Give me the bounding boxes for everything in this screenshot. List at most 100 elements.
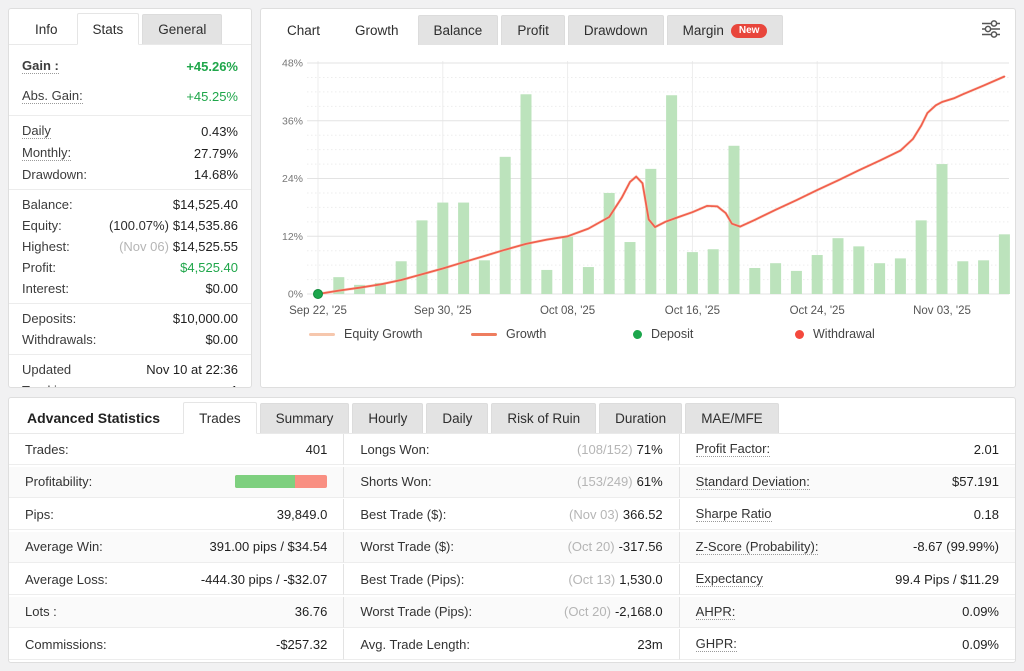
stats-list: Gain : +45.26% Abs. Gain: +45.25% Daily 0.43%… [9,45,251,387]
stat-value: 14.68% [193,167,238,182]
growth-swatch-line-icon [471,332,497,336]
stat-value: (Oct 20) -2,168.0 [563,604,663,620]
profitability-bar [235,475,328,489]
tab-summary[interactable]: Summary [259,403,350,433]
legend-label: Growth [506,327,547,341]
stat-cell-commissions: Commissions: -$257.32 [9,629,345,661]
legend-item-growth[interactable]: Growth [471,327,633,341]
legend-item-deposit[interactable]: Deposit [633,327,795,341]
stat-value-prefix: (Nov 03) [569,506,619,522]
stat-label[interactable]: Expectancy [695,571,763,588]
stat-cell-lots: Lots : 36.76 [9,596,345,628]
stat-value: -444.30 pips / -$32.07 [200,571,328,587]
stat-cell-ghpr: GHPR: 0.09% [679,629,1015,661]
stat-row-monthly: Monthly: 27.79% [22,142,238,164]
advanced-statistics-title: Advanced Statistics [27,410,161,426]
stat-value: 0.18 [973,506,999,522]
stat-cell-worst-trade-pips: Worst Trade (Pips): (Oct 20) -2,168.0 [344,596,680,628]
stat-label[interactable]: GHPR: [695,636,737,653]
stat-value: 2.01 [973,441,999,457]
stat-label[interactable]: Profit Factor: [695,441,771,457]
stat-label[interactable]: Gain : [22,58,59,74]
stat-label: Profitability: [25,474,93,490]
stat-row-withdrawals: Withdrawals: $0.00 [22,329,238,350]
tab-growth[interactable]: Growth [339,14,415,46]
stat-cell-expectancy: Expectancy 99.4 Pips / $11.29 [679,564,1015,596]
chart-settings-icon[interactable] [977,16,1005,42]
stat-cell-shorts-won: Shorts Won: (153/249) 61% [344,466,680,498]
stat-value: 0.09% [962,604,999,620]
stat-value-prefix: (Oct 20) [567,539,615,555]
stat-value: 27.79% [193,145,238,161]
tab-trades[interactable]: Trades [183,402,257,434]
stat-row-equity: Equity: (100.07%) $14,535.86 [22,215,238,236]
stat-cell-sharpe-ratio: Sharpe Ratio 0.18 [679,499,1015,531]
stat-cell-z-score-probability: Z-Score (Probability): -8.67 (99.99%) [679,531,1015,563]
stat-value-prefix: (100.07%) [108,218,169,233]
stat-label[interactable]: Monthly: [22,145,72,161]
tab-balance[interactable]: Balance [417,15,499,45]
stat-row-daily: Daily 0.43% [22,120,238,142]
summary-tabstrip: Info Stats General [9,9,251,45]
tab-profit[interactable]: Profit [501,15,565,45]
tab-risk-of-ruin[interactable]: Risk of Ruin [491,403,597,433]
stat-label: Deposits: [22,311,77,326]
stat-label[interactable]: AHPR: [695,604,736,620]
tab-info[interactable]: Info [19,14,74,44]
legend-item-equity-growth[interactable]: Equity Growth [309,327,471,341]
stat-value: 99.4 Pips / $11.29 [895,571,999,587]
stat-label[interactable]: Sharpe Ratio [695,506,772,523]
stat-label: Worst Trade (Pips): [360,604,473,620]
stat-row-abs-gain: Abs. Gain: +45.25% [22,81,238,111]
stat-value: (153/249) 61% [576,474,663,490]
tab-hourly[interactable]: Hourly [352,403,424,433]
tab-label: Info [35,22,58,37]
stat-label: Avg. Trade Length: [360,636,470,652]
stat-label: Lots : [25,604,57,620]
svg-text:Nov 03, '25: Nov 03, '25 [913,305,971,317]
tab-label: General [158,22,207,37]
stat-value-prefix: (153/249) [576,474,633,490]
stat-value: Nov 10 at 22:36 [146,362,238,377]
advanced-statistics-panel: Advanced Statistics Trades Summary Hourly D… [8,397,1016,663]
tab-label: Hourly [368,411,408,426]
stat-value: 401 [305,441,328,457]
tab-drawdown[interactable]: Drawdown [567,15,664,45]
tab-mae-mfe[interactable]: MAE/MFE [685,403,779,433]
stat-row-updated: Updated Nov 10 at 22:36 [22,359,238,380]
stat-value: (Oct 20) -317.56 [567,539,663,555]
stat-label[interactable]: Z-Score (Probability): [695,539,819,555]
stat-label: Equity: [22,218,62,233]
tab-general[interactable]: General [142,14,223,44]
stat-value: 23m [637,636,663,652]
svg-text:12%: 12% [282,231,303,243]
stat-value: +45.25% [186,88,238,104]
stat-value: $0.00 [205,281,238,296]
page: Info Stats General Gain : +45.26% Abs. Gain:… [0,0,1024,671]
stat-value: -8.67 (99.99%) [913,539,999,555]
svg-text:0%: 0% [288,289,303,301]
tab-stats[interactable]: Stats [76,13,140,45]
stat-cell-best-trade: Best Trade ($): (Nov 03) 366.52 [344,499,680,531]
stat-value: +45.26% [186,58,238,74]
stat-label[interactable]: Standard Deviation: [695,474,810,490]
tab-margin[interactable]: Margin New [666,15,784,45]
tab-daily[interactable]: Daily [426,403,489,433]
stat-label[interactable]: Daily [22,123,51,139]
stat-label: Average Loss: [25,571,108,587]
stat-label: Average Win: [25,539,103,555]
stat-value: 36.76 [294,604,328,620]
stat-cell-standard-deviation: Standard Deviation: $57.191 [679,466,1015,498]
tab-label: Profit [517,23,549,38]
stat-row-profit: Profit: $4,525.40 [22,257,238,278]
stats-section: Gain : +45.26% Abs. Gain: +45.25% [9,47,251,115]
legend-item-withdrawal[interactable]: Withdrawal [795,327,957,341]
tab-duration[interactable]: Duration [599,403,683,433]
stat-cell-average-loss: Average Loss: -444.30 pips / -$32.07 [9,564,345,596]
stat-value: $0.00 [205,332,238,347]
stat-value-prefix: (Oct 20) [563,604,611,620]
tab-chart[interactable]: Chart [271,15,337,45]
stat-value-prefix: (108/152) [576,441,633,457]
chart-tabstrip: Chart Growth Balance Profit Drawdown Margin Ne… [261,9,1015,46]
stat-label[interactable]: Abs. Gain: [22,88,83,104]
